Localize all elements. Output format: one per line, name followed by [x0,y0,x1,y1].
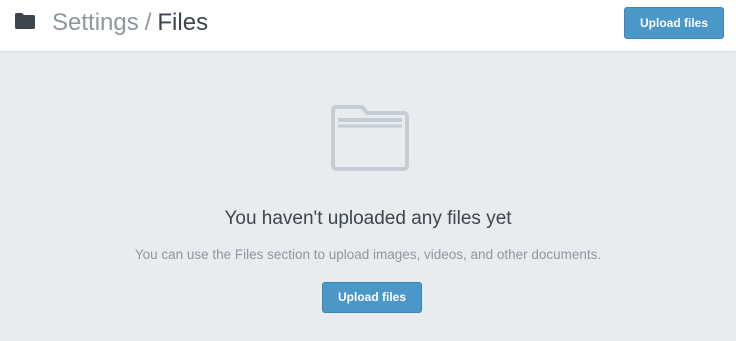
folder-outline-icon [330,104,410,172]
folder-icon [15,13,35,29]
breadcrumb: Settings / Files [52,8,208,38]
page-header: Settings / Files Upload files [0,0,736,52]
page-title: Files [157,9,209,36]
empty-state-description: You can use the Files section to upload … [134,247,602,262]
upload-files-button[interactable]: Upload files [624,7,724,39]
files-empty-state: You haven't uploaded any files yet You c… [0,52,736,341]
empty-state-title: You haven't uploaded any files yet [224,208,512,229]
breadcrumb-separator: / [144,9,152,36]
breadcrumb-settings-link[interactable]: Settings [52,9,139,36]
upload-files-button-empty-state[interactable]: Upload files [322,282,422,313]
